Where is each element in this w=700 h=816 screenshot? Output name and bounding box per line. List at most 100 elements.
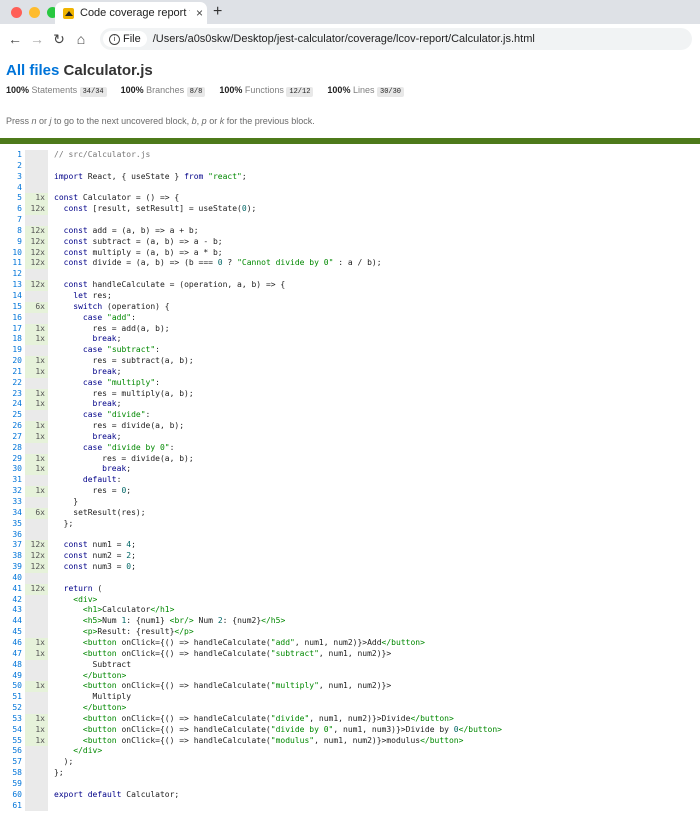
line-number-link[interactable]: 33 [0, 497, 25, 508]
line-number-link[interactable]: 44 [0, 616, 25, 628]
line-number-link[interactable]: 54 [0, 724, 25, 736]
line-number-link[interactable]: 8 [0, 225, 25, 237]
line-number-link[interactable]: 39 [0, 562, 25, 573]
line-number-link[interactable]: 57 [0, 757, 25, 769]
stat-branches: 100% Branches 8/8 [121, 85, 206, 97]
line-number-link[interactable]: 16 [0, 312, 25, 324]
line-number-link[interactable]: 5 [0, 193, 25, 205]
line-number-link[interactable]: 45 [0, 627, 25, 638]
line-number-link[interactable]: 9 [0, 236, 25, 248]
line-number-link[interactable]: 10 [0, 247, 25, 259]
line-number-link[interactable]: 61 [0, 800, 25, 812]
line-number-link[interactable]: 13 [0, 280, 25, 291]
line-number-link[interactable]: 32 [0, 486, 25, 497]
line-number-link[interactable]: 34 [0, 507, 25, 519]
source-line: import React, { useState } from "react"; [54, 171, 247, 181]
source-line: export default Calculator; [54, 789, 180, 799]
hit-count [25, 757, 48, 769]
code-row: 9 12x const subtract = (a, b) => a - b; [0, 236, 502, 248]
line-number-link[interactable]: 19 [0, 345, 25, 357]
url-text[interactable]: /Users/a0s0skw/Desktop/jest-calculator/c… [153, 33, 535, 45]
line-number-link[interactable]: 14 [0, 290, 25, 302]
line-number-link[interactable]: 40 [0, 572, 25, 584]
line-number-link[interactable]: 30 [0, 464, 25, 476]
code-row: 39 12x const num3 = 0; [0, 562, 502, 573]
code-row: 11 12x const divide = (a, b) => (b === 0 … [0, 258, 502, 270]
line-number-link[interactable]: 12 [0, 269, 25, 281]
code-row: 24 1x break; [0, 399, 502, 411]
line-number-link[interactable]: 2 [0, 160, 25, 172]
line-number-link[interactable]: 49 [0, 670, 25, 682]
line-number-link[interactable]: 58 [0, 768, 25, 779]
line-number-link[interactable]: 26 [0, 421, 25, 432]
line-number-link[interactable]: 51 [0, 692, 25, 704]
forward-icon[interactable]: → [26, 31, 48, 47]
line-number-link[interactable]: 53 [0, 713, 25, 725]
line-number-link[interactable]: 56 [0, 746, 25, 758]
stat-fraction: 8/8 [186, 87, 206, 97]
line-number-link[interactable]: 18 [0, 334, 25, 346]
line-number-link[interactable]: 46 [0, 637, 25, 649]
line-number-link[interactable]: 20 [0, 356, 25, 367]
hit-count [25, 594, 48, 606]
line-number-link[interactable]: 38 [0, 551, 25, 563]
stat-label: Lines [352, 85, 375, 95]
line-number-link[interactable]: 29 [0, 453, 25, 465]
address-bar[interactable]: i File /Users/a0s0skw/Desktop/jest-calcu… [100, 28, 692, 50]
minimize-window-icon[interactable] [29, 7, 40, 18]
line-number-link[interactable]: 7 [0, 215, 25, 226]
hit-count [25, 627, 48, 638]
line-number-link[interactable]: 43 [0, 605, 25, 617]
line-number-link[interactable]: 23 [0, 388, 25, 400]
line-number-link[interactable]: 60 [0, 789, 25, 801]
close-window-icon[interactable] [11, 7, 22, 18]
line-number-link[interactable]: 21 [0, 366, 25, 378]
line-number-link[interactable]: 1 [0, 150, 25, 161]
all-files-link[interactable]: All files [6, 62, 59, 79]
line-number-link[interactable]: 52 [0, 703, 25, 714]
line-number-link[interactable]: 11 [0, 258, 25, 270]
line-number-link[interactable]: 27 [0, 431, 25, 443]
line-number-link[interactable]: 41 [0, 583, 25, 595]
stat-pct: 100% [6, 85, 30, 95]
browser-tab[interactable]: Code coverage report for Calculator.js × [55, 2, 207, 24]
line-number-link[interactable]: 25 [0, 410, 25, 422]
close-tab-icon[interactable]: × [196, 6, 203, 20]
site-info-chip[interactable]: i File [103, 31, 147, 47]
hit-count [25, 703, 48, 714]
code-row: 16 case "add": [0, 312, 502, 324]
code-row: 37 12x const num1 = 4; [0, 540, 502, 552]
line-number-link[interactable]: 35 [0, 518, 25, 530]
hit-count: 1x [25, 431, 48, 443]
line-number-link[interactable]: 31 [0, 475, 25, 487]
line-number-link[interactable]: 48 [0, 659, 25, 671]
new-tab-button[interactable]: + [213, 3, 222, 21]
source-line: res = add(a, b); [54, 323, 170, 333]
line-number-link[interactable]: 28 [0, 442, 25, 454]
reload-icon[interactable]: ↻ [48, 31, 70, 48]
line-number-link[interactable]: 22 [0, 377, 25, 389]
browser-chrome: Code coverage report for Calculator.js ×… [0, 0, 700, 54]
home-icon[interactable]: ⌂ [70, 31, 92, 47]
line-number-link[interactable]: 37 [0, 540, 25, 552]
line-number-link[interactable]: 55 [0, 735, 25, 747]
code-row: 19 case "subtract": [0, 345, 502, 357]
line-number-link[interactable]: 47 [0, 648, 25, 660]
line-number-link[interactable]: 3 [0, 171, 25, 183]
report-header: All files Calculator.js 100% Statements … [0, 54, 700, 126]
line-number-link[interactable]: 17 [0, 323, 25, 335]
line-number-link[interactable]: 36 [0, 529, 25, 541]
line-number-link[interactable]: 59 [0, 778, 25, 790]
coverage-code-table: 1 // src/Calculator.js 2 3 import React, { u… [0, 150, 502, 812]
line-number-link[interactable]: 24 [0, 399, 25, 411]
source-line: </button> [82, 670, 127, 680]
line-number-link[interactable]: 50 [0, 681, 25, 693]
line-number-link[interactable]: 15 [0, 301, 25, 313]
line-number-link[interactable]: 6 [0, 204, 25, 216]
line-number-link[interactable]: 42 [0, 594, 25, 606]
back-icon[interactable]: ← [4, 31, 26, 47]
code-row: 5 1x const Calculator = () => { [0, 193, 502, 205]
line-number-link[interactable]: 4 [0, 182, 25, 194]
source-line: }; [54, 518, 74, 528]
source-line: res = subtract(a, b); [54, 356, 194, 366]
